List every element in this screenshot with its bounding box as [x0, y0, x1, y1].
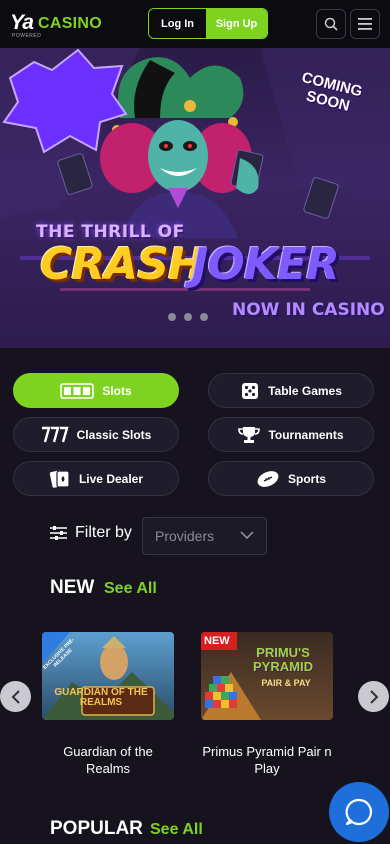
slot-machine-icon	[60, 382, 95, 399]
logo[interactable]: Ya POWERED CASINO	[10, 9, 105, 39]
top-header: Ya POWERED CASINO Log In Sign Up	[0, 0, 390, 48]
see-all-new-link[interactable]: See All	[104, 580, 157, 598]
providers-select[interactable]: Providers	[142, 517, 267, 555]
sevens-icon	[41, 426, 69, 444]
banner-joker: JOKER	[192, 239, 340, 290]
carousel-next-button[interactable]	[358, 681, 389, 712]
signup-button[interactable]: Sign Up	[206, 9, 267, 38]
category-tournaments[interactable]: Tournaments	[208, 417, 374, 452]
category-label: Table Games	[268, 383, 342, 398]
category-label: Sports	[287, 471, 326, 486]
football-icon	[256, 470, 280, 488]
providers-placeholder: Providers	[155, 528, 215, 544]
game-thumb-title: GUARDIAN OF THE REALMS	[54, 687, 148, 708]
section-title-popular: POPULAR	[50, 818, 143, 839]
game-ribbon: NEW	[204, 635, 230, 647]
game-thumbnail[interactable]: NEW PRIMU'S PYRAMID PAIR & PAY	[201, 632, 333, 720]
dice-icon	[240, 381, 260, 401]
carousel-dot[interactable]	[200, 313, 208, 321]
game-card[interactable]: NEW PRIMU'S PYRAMID PAIR & PAY Primus Py…	[201, 632, 333, 777]
section-title-new: NEW	[50, 577, 95, 598]
filter-text: Filter by	[75, 524, 132, 541]
carousel-dot[interactable]	[168, 313, 176, 321]
category-classic-slots[interactable]: Classic Slots	[13, 417, 179, 452]
category-table-games[interactable]: Table Games	[208, 373, 374, 408]
banner-crash: CRASH	[40, 239, 205, 290]
search-button[interactable]	[316, 9, 346, 39]
chevron-down-icon	[240, 531, 254, 540]
category-slots[interactable]: Slots	[13, 373, 179, 408]
carousel-dots	[168, 313, 208, 321]
game-thumbnail[interactable]: GUARDIAN OF THE REALMS EXCLUSIVE PRE-REL…	[42, 632, 174, 720]
sliders-icon	[50, 526, 67, 540]
hamburger-icon	[358, 18, 372, 30]
game-thumb-title: PRIMU'S PYRAMID	[253, 645, 313, 674]
category-label: Classic Slots	[76, 427, 152, 442]
carousel-prev-button[interactable]	[0, 681, 31, 712]
filter-label: Filter by	[50, 524, 132, 542]
cards-icon	[49, 468, 71, 490]
game-name[interactable]: Guardian of the Realms	[42, 743, 174, 777]
game-thumb-subtitle: PAIR & PAY	[261, 678, 311, 688]
game-name[interactable]: Primus Pyramid Pair n Play	[201, 743, 333, 777]
coming-soon-badge	[2, 48, 128, 154]
trophy-icon	[238, 426, 261, 444]
game-card[interactable]: GUARDIAN OF THE REALMS EXCLUSIVE PRE-REL…	[42, 632, 174, 777]
page: Ya POWERED CASINO Log In Sign Up COMING …	[0, 0, 390, 844]
category-label: Live Dealer	[78, 471, 144, 486]
banner-line3: NOW IN CASINO	[232, 300, 385, 320]
category-live-dealer[interactable]: Live Dealer	[13, 461, 179, 496]
chevron-left-icon	[11, 689, 20, 704]
category-label: Tournaments	[268, 427, 344, 442]
category-label: Slots	[102, 383, 132, 398]
chat-button[interactable]	[329, 782, 389, 842]
menu-button[interactable]	[350, 9, 380, 39]
promo-banner[interactable]: COMING SOON THE THRILL OF CRASH JOKER NO…	[0, 48, 390, 348]
search-icon	[324, 17, 338, 31]
login-button[interactable]: Log In	[149, 9, 206, 38]
carousel-dot[interactable]	[184, 313, 192, 321]
logo-casino: CASINO	[38, 15, 103, 32]
logo-ya: Ya	[10, 11, 34, 34]
auth-buttons: Log In Sign Up	[148, 8, 268, 39]
chevron-right-icon	[369, 689, 378, 704]
category-sports[interactable]: Sports	[208, 461, 374, 496]
see-all-popular-link[interactable]: See All	[150, 821, 203, 839]
logo-tagline: POWERED	[12, 33, 42, 39]
chat-bubble-icon	[345, 798, 373, 826]
